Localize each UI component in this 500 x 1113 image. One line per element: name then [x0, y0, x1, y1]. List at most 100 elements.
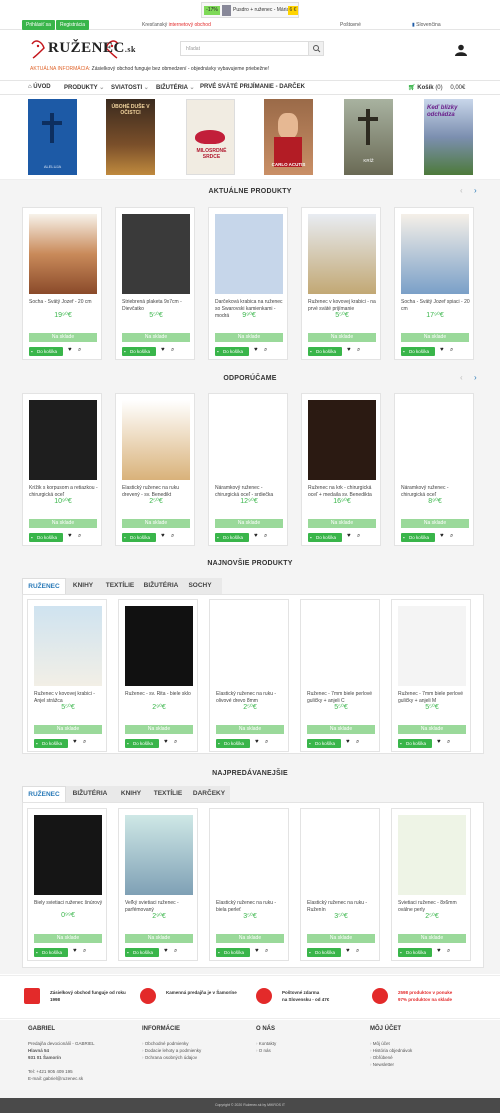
product-image[interactable] — [401, 214, 469, 294]
add-to-cart-button[interactable]: ▪ Do košíka — [34, 948, 68, 957]
heart-icon[interactable]: ♥ — [254, 347, 258, 353]
heart-icon[interactable]: ♥ — [437, 948, 441, 954]
nav-item-home[interactable]: ⌂ ÚVOD — [28, 84, 51, 90]
search-icon[interactable]: ⌕ — [357, 533, 360, 540]
heart-icon[interactable]: ♥ — [254, 533, 258, 539]
search-button[interactable] — [308, 42, 323, 55]
search-icon[interactable]: ⌕ — [357, 347, 360, 354]
product-name[interactable]: Biely svietiaci ruženec šnúrový — [34, 900, 104, 907]
tab-ruženec[interactable]: RUŽENEC — [22, 578, 66, 594]
promo-banner[interactable]: -17% Pusdro + ruženec - Mária 6 € — [201, 2, 299, 18]
nav-item-jewelry[interactable]: BIŽUTÉRIA ⌄ — [156, 84, 194, 91]
product-card[interactable]: Ruženec na krk - chirurgická oceľ + meda… — [301, 393, 381, 546]
product-card[interactable]: Náramkový ruženec - chirurgická oceľ 8⁹⁰€… — [394, 393, 474, 546]
add-to-cart-button[interactable]: ▪ Do košíka — [216, 948, 250, 957]
book-cover[interactable]: MILOSRDNÉ SRDCE — [186, 99, 235, 175]
logo[interactable]: RUŽENEC.sk — [30, 38, 135, 60]
add-to-cart-button[interactable]: ▪ Do košíka — [29, 347, 63, 356]
add-to-cart-button[interactable]: ▪ Do košíka — [122, 347, 156, 356]
search-icon[interactable]: ⌕ — [174, 948, 177, 955]
product-card[interactable]: Elastický ruženec na ruku drevený - sv. … — [115, 393, 195, 546]
product-image[interactable] — [308, 214, 376, 294]
search-icon[interactable]: ⌕ — [83, 739, 86, 746]
product-card[interactable]: Ruženec - 7mm biele perlové guličky + an… — [300, 599, 380, 752]
nav-item-first-communion[interactable]: PRVÉ SVÄTÉ PRIJÍMANIE - DARČEK — [200, 84, 305, 90]
product-image[interactable] — [398, 815, 466, 895]
product-image[interactable] — [308, 400, 376, 480]
book-cover[interactable]: KRÍŽ — [344, 99, 393, 175]
product-card[interactable]: Darčeková krabica na ruženec so Swarovsk… — [208, 207, 288, 360]
search-icon[interactable]: ⌕ — [265, 739, 268, 746]
product-image[interactable] — [122, 400, 190, 480]
product-card[interactable]: Veľký svietiaci ruženec - parfémovaný 2⁹⁰… — [118, 808, 198, 961]
add-to-cart-button[interactable]: ▪ Do košíka — [34, 739, 68, 748]
product-card[interactable]: Elastický ruženec na ruku - olivové drev… — [209, 599, 289, 752]
search-icon[interactable]: ⌕ — [265, 948, 268, 955]
product-card[interactable]: Náramkový ruženec - chirurgická oceľ - s… — [208, 393, 288, 546]
add-to-cart-button[interactable]: ▪ Do košíka — [401, 533, 435, 542]
product-card[interactable]: Ruženec v kovovej krabici - na prvé svät… — [301, 207, 381, 360]
add-to-cart-button[interactable]: ▪ Do košíka — [308, 347, 342, 356]
search-icon[interactable]: ⌕ — [447, 948, 450, 955]
tab-darčeky[interactable]: DARČEKY — [188, 786, 230, 802]
search-icon[interactable]: ⌕ — [83, 948, 86, 955]
product-image[interactable] — [29, 214, 97, 294]
heart-icon[interactable]: ♥ — [437, 739, 441, 745]
login-button[interactable]: Prihlásiť sa — [22, 20, 55, 30]
add-to-cart-button[interactable]: ▪ Do košíka — [215, 533, 249, 542]
product-card[interactable]: Svietiaci ruženec - 8x6mm oválne perly 2⁵… — [391, 808, 471, 961]
language-select[interactable]: ▮ Slovenčina — [412, 22, 441, 28]
add-to-cart-button[interactable]: ▪ Do košíka — [308, 533, 342, 542]
chevron-right-icon[interactable]: › — [474, 186, 477, 195]
product-image[interactable] — [215, 214, 283, 294]
add-to-cart-button[interactable]: ▪ Do košíka — [307, 948, 341, 957]
heart-icon[interactable]: ♥ — [346, 739, 350, 745]
product-image[interactable] — [215, 400, 283, 480]
search-icon[interactable]: ⌕ — [447, 739, 450, 746]
heart-icon[interactable]: ♥ — [347, 533, 351, 539]
add-to-cart-button[interactable]: ▪ Do košíka — [307, 739, 341, 748]
search-icon[interactable]: ⌕ — [264, 347, 267, 354]
heart-icon[interactable]: ♥ — [161, 533, 165, 539]
search-icon[interactable]: ⌕ — [450, 533, 453, 540]
product-card[interactable]: Krížik s korpusom a retiazkou - chirurgi… — [22, 393, 102, 546]
chevron-left-icon[interactable]: ‹ — [460, 373, 463, 382]
tab-knihy[interactable]: KNIHY — [114, 786, 148, 802]
tab-sochy[interactable]: SOCHY — [182, 578, 218, 594]
heart-icon[interactable]: ♥ — [255, 948, 259, 954]
search-icon[interactable]: ⌕ — [356, 739, 359, 746]
product-image[interactable] — [122, 214, 190, 294]
book-cover[interactable]: ALELUJA — [28, 99, 77, 175]
footer-link[interactable]: › Môj účet — [370, 1040, 412, 1047]
nav-item-sacraments[interactable]: SVIATOSTI ⌄ — [111, 84, 149, 91]
product-image[interactable] — [307, 606, 375, 686]
search-input[interactable]: hľadat — [180, 41, 324, 56]
product-image[interactable] — [216, 815, 284, 895]
product-card[interactable]: Socha - Svätý Jozef - 20 cm 19⁹⁰€ Na sklad… — [22, 207, 102, 360]
tab-textílie[interactable]: TEXTÍLIE — [148, 786, 188, 802]
add-to-cart-button[interactable]: ▪ Do košíka — [398, 948, 432, 957]
product-card[interactable]: Elastický ruženec na ruku - Ruženín 3⁵⁰€ N… — [300, 808, 380, 961]
tab-ruženec[interactable]: RUŽENEC — [22, 786, 66, 802]
heart-icon[interactable]: ♥ — [440, 533, 444, 539]
heart-icon[interactable]: ♥ — [73, 948, 77, 954]
heart-icon[interactable]: ♥ — [255, 739, 259, 745]
product-image[interactable] — [125, 815, 193, 895]
product-card[interactable]: Striebrená plaketa 9x7cm - Dievčatko 5⁵⁰€… — [115, 207, 195, 360]
book-cover[interactable]: ÚBOHÉ DUŠE V OČISTCI — [106, 99, 155, 175]
heart-icon[interactable]: ♥ — [161, 347, 165, 353]
tab-knihy[interactable]: KNIHY — [66, 578, 100, 594]
heart-icon[interactable]: ♥ — [440, 347, 444, 353]
product-card[interactable]: Ruženec - 7mm biele perlové guličky + an… — [391, 599, 471, 752]
book-cover[interactable]: CARLO ACUTIS — [264, 99, 313, 175]
footer-link[interactable]: › Obchodné podmienky — [142, 1040, 201, 1047]
nav-item-products[interactable]: PRODUKTY ⌄ — [64, 84, 104, 91]
product-image[interactable] — [401, 400, 469, 480]
add-to-cart-button[interactable]: ▪ Do košíka — [125, 948, 159, 957]
search-icon[interactable]: ⌕ — [450, 347, 453, 354]
product-name[interactable]: Socha - Svätý Jozef - 20 cm — [29, 299, 99, 306]
search-icon[interactable]: ⌕ — [78, 347, 81, 354]
register-button[interactable]: Registrácia — [56, 20, 90, 30]
tab-bižutéria[interactable]: BIŽUTÉRIA — [66, 786, 114, 802]
product-image[interactable] — [34, 815, 102, 895]
